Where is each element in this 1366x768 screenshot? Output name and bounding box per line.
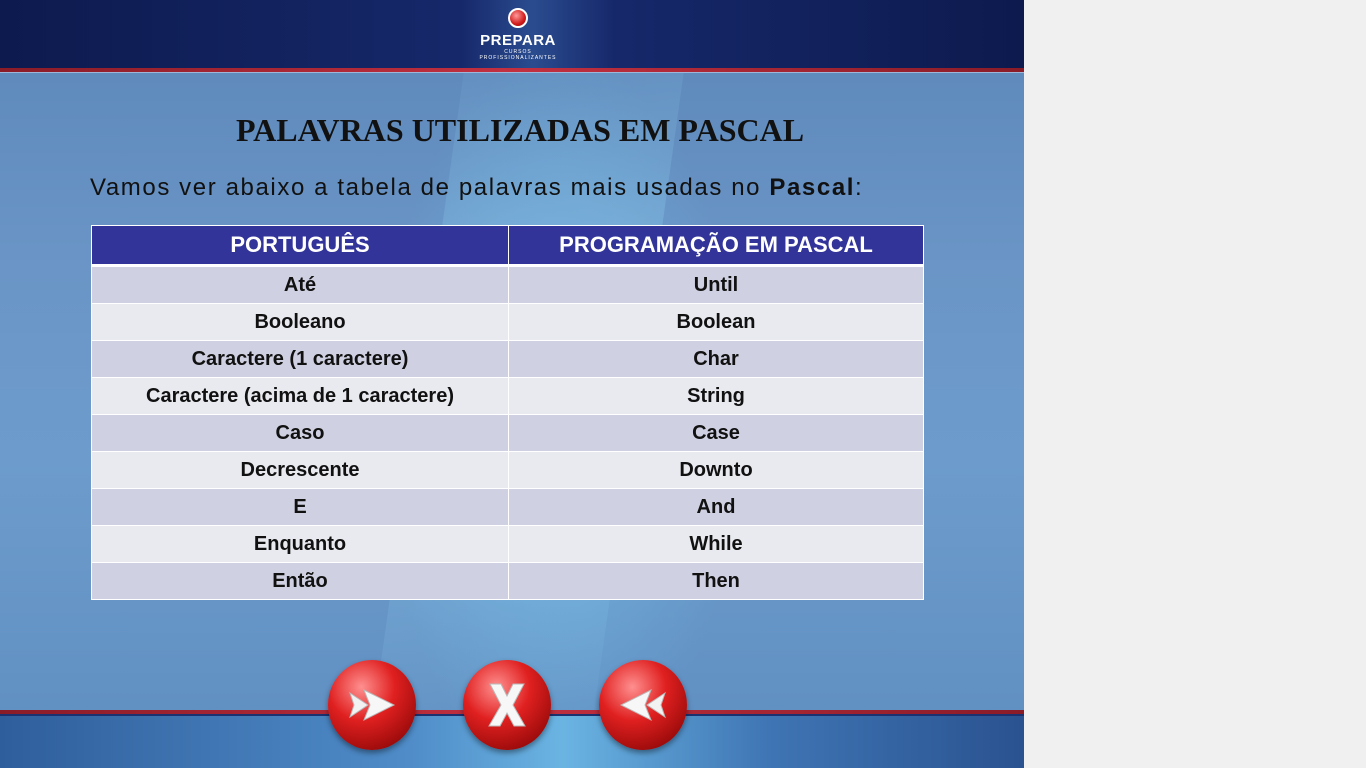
double-arrow-left-icon: [619, 688, 666, 722]
table-row: Booleano Boolean: [91, 303, 924, 341]
cell-portugues: E: [91, 488, 509, 526]
header-pascal: PROGRAMAÇÃO EM PASCAL: [508, 225, 924, 267]
logo-subtext: CURSOS PROFISSIONALIZANTES: [479, 49, 557, 61]
cell-pascal: String: [508, 377, 924, 415]
header-portugues: PORTUGUÊS: [91, 225, 509, 267]
previous-button[interactable]: [599, 660, 687, 750]
cell-pascal: Char: [508, 340, 924, 378]
cell-pascal: Until: [508, 265, 924, 304]
logo-text: PREPARA: [480, 32, 556, 49]
table-row: Decrescente Downto: [91, 451, 924, 489]
table-row: Até Until: [91, 265, 924, 304]
page-title: PALAVRAS UTILIZADAS EM PASCAL: [235, 112, 805, 148]
cell-pascal: And: [508, 488, 924, 526]
cell-portugues: Booleano: [91, 303, 509, 341]
cell-pascal: Case: [508, 414, 924, 452]
table-row: Caso Case: [91, 414, 924, 452]
cell-portugues: Caractere (1 caractere): [91, 340, 509, 378]
cell-portugues: Caso: [91, 414, 509, 452]
cell-pascal: Downto: [508, 451, 924, 489]
cell-portugues: Enquanto: [91, 525, 509, 563]
close-x-icon: [488, 683, 526, 727]
table-header-row: PORTUGUÊS PROGRAMAÇÃO EM PASCAL: [91, 225, 924, 267]
cell-portugues: Até: [91, 265, 509, 304]
table-row: Então Then: [91, 562, 924, 600]
pascal-words-table: PORTUGUÊS PROGRAMAÇÃO EM PASCAL Até Unti…: [91, 225, 924, 600]
cell-portugues: Caractere (acima de 1 caractere): [91, 377, 509, 415]
cell-portugues: Decrescente: [91, 451, 509, 489]
slide: PREPARA CURSOS PROFISSIONALIZANTES PALAV…: [0, 0, 1024, 768]
cell-pascal: Boolean: [508, 303, 924, 341]
subtitle-text: Vamos ver abaixo a tabela de palavras ma…: [90, 174, 770, 201]
cell-pascal: Then: [508, 562, 924, 600]
subtitle-end: :: [855, 174, 864, 201]
double-arrow-right-icon: [349, 688, 396, 722]
next-button[interactable]: [328, 660, 416, 750]
table-row: Caractere (1 caractere) Char: [91, 340, 924, 378]
cell-pascal: While: [508, 525, 924, 563]
header-divider: [0, 72, 1024, 73]
logo-dot-icon: [508, 8, 528, 28]
table-row: Caractere (acima de 1 caractere) String: [91, 377, 924, 415]
subtitle-emphasis: Pascal: [769, 174, 856, 201]
table-row: E And: [91, 488, 924, 526]
table-row: Enquanto While: [91, 525, 924, 563]
cell-portugues: Então: [91, 562, 509, 600]
subtitle: Vamos ver abaixo a tabela de palavras ma…: [90, 174, 990, 202]
close-button[interactable]: [463, 660, 551, 750]
prepara-logo: PREPARA CURSOS PROFISSIONALIZANTES: [478, 8, 558, 64]
